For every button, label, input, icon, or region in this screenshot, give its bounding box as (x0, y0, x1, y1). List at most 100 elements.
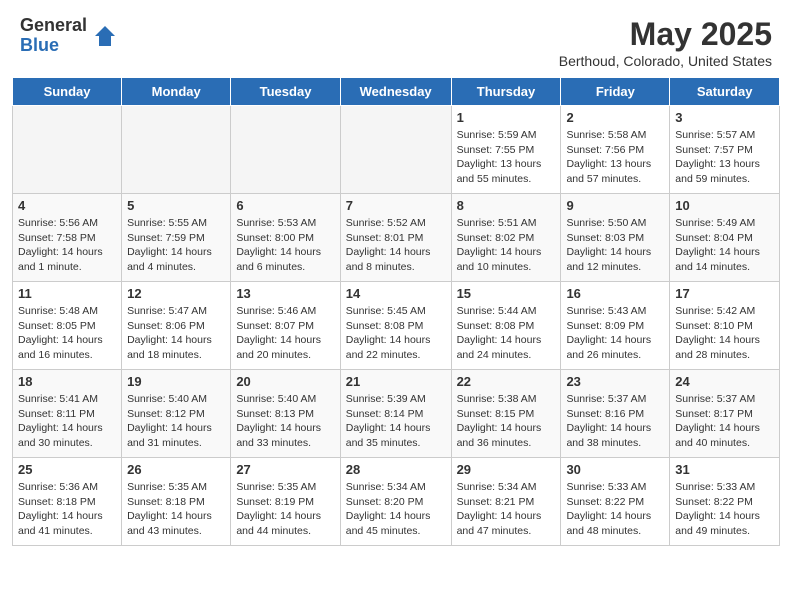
day-info: Sunrise: 5:44 AM Sunset: 8:08 PM Dayligh… (457, 304, 556, 363)
day-number: 30 (566, 462, 664, 477)
day-info: Sunrise: 5:39 AM Sunset: 8:14 PM Dayligh… (346, 392, 446, 451)
day-info: Sunrise: 5:33 AM Sunset: 8:22 PM Dayligh… (675, 480, 774, 539)
calendar-table: Sunday Monday Tuesday Wednesday Thursday… (12, 77, 780, 546)
day-info: Sunrise: 5:58 AM Sunset: 7:56 PM Dayligh… (566, 128, 664, 187)
day-info: Sunrise: 5:45 AM Sunset: 8:08 PM Dayligh… (346, 304, 446, 363)
day-info: Sunrise: 5:51 AM Sunset: 8:02 PM Dayligh… (457, 216, 556, 275)
calendar-cell: 24 Sunrise: 5:37 AM Sunset: 8:17 PM Dayli… (670, 370, 780, 458)
calendar-cell (231, 106, 340, 194)
day-info: Sunrise: 5:43 AM Sunset: 8:09 PM Dayligh… (566, 304, 664, 363)
day-number: 19 (127, 374, 225, 389)
calendar-cell (13, 106, 122, 194)
calendar-cell: 28 Sunrise: 5:34 AM Sunset: 8:20 PM Dayli… (340, 458, 451, 546)
day-number: 5 (127, 198, 225, 213)
calendar-week-5: 25 Sunrise: 5:36 AM Sunset: 8:18 PM Dayli… (13, 458, 780, 546)
calendar-week-4: 18Sunrise: 5:41 AM Sunset: 8:11 PM Dayli… (13, 370, 780, 458)
calendar-cell: 1Sunrise: 5:59 AM Sunset: 7:55 PM Daylig… (451, 106, 561, 194)
day-number: 7 (346, 198, 446, 213)
calendar-cell: 3 Sunrise: 5:57 AM Sunset: 7:57 PM Daylig… (670, 106, 780, 194)
day-info: Sunrise: 5:42 AM Sunset: 8:10 PM Dayligh… (675, 304, 774, 363)
calendar-cell: 30 Sunrise: 5:33 AM Sunset: 8:22 PM Dayli… (561, 458, 670, 546)
calendar-cell: 19 Sunrise: 5:40 AM Sunset: 8:12 PM Dayli… (122, 370, 231, 458)
day-info: Sunrise: 5:52 AM Sunset: 8:01 PM Dayligh… (346, 216, 446, 275)
calendar-cell: 27 Sunrise: 5:35 AM Sunset: 8:19 PM Dayli… (231, 458, 340, 546)
day-number: 1 (457, 110, 556, 125)
page-header: General Blue May 2025 Berthoud, Colorado… (0, 0, 792, 77)
day-info: Sunrise: 5:36 AM Sunset: 8:18 PM Dayligh… (18, 480, 116, 539)
day-info: Sunrise: 5:56 AM Sunset: 7:58 PM Dayligh… (18, 216, 116, 275)
day-info: Sunrise: 5:37 AM Sunset: 8:16 PM Dayligh… (566, 392, 664, 451)
col-sunday: Sunday (13, 78, 122, 106)
day-number: 24 (675, 374, 774, 389)
calendar-cell: 23 Sunrise: 5:37 AM Sunset: 8:16 PM Dayli… (561, 370, 670, 458)
location-label: Berthoud, Colorado, United States (559, 53, 772, 69)
calendar-wrapper: Sunday Monday Tuesday Wednesday Thursday… (0, 77, 792, 558)
day-info: Sunrise: 5:40 AM Sunset: 8:12 PM Dayligh… (127, 392, 225, 451)
day-number: 6 (236, 198, 334, 213)
day-info: Sunrise: 5:41 AM Sunset: 8:11 PM Dayligh… (18, 392, 116, 451)
calendar-cell: 11 Sunrise: 5:48 AM Sunset: 8:05 PM Dayli… (13, 282, 122, 370)
day-number: 20 (236, 374, 334, 389)
calendar-cell: 25 Sunrise: 5:36 AM Sunset: 8:18 PM Dayli… (13, 458, 122, 546)
col-friday: Friday (561, 78, 670, 106)
day-info: Sunrise: 5:57 AM Sunset: 7:57 PM Dayligh… (675, 128, 774, 187)
day-number: 16 (566, 286, 664, 301)
day-number: 21 (346, 374, 446, 389)
day-number: 25 (18, 462, 116, 477)
day-info: Sunrise: 5:48 AM Sunset: 8:05 PM Dayligh… (18, 304, 116, 363)
day-number: 28 (346, 462, 446, 477)
col-monday: Monday (122, 78, 231, 106)
calendar-header: Sunday Monday Tuesday Wednesday Thursday… (13, 78, 780, 106)
day-number: 17 (675, 286, 774, 301)
day-info: Sunrise: 5:50 AM Sunset: 8:03 PM Dayligh… (566, 216, 664, 275)
day-info: Sunrise: 5:49 AM Sunset: 8:04 PM Dayligh… (675, 216, 774, 275)
day-number: 2 (566, 110, 664, 125)
calendar-cell: 20Sunrise: 5:40 AM Sunset: 8:13 PM Dayli… (231, 370, 340, 458)
calendar-week-3: 11 Sunrise: 5:48 AM Sunset: 8:05 PM Dayli… (13, 282, 780, 370)
day-number: 8 (457, 198, 556, 213)
calendar-cell: 6Sunrise: 5:53 AM Sunset: 8:00 PM Daylig… (231, 194, 340, 282)
day-number: 12 (127, 286, 225, 301)
day-number: 11 (18, 286, 116, 301)
calendar-cell: 14 Sunrise: 5:45 AM Sunset: 8:08 PM Dayli… (340, 282, 451, 370)
day-number: 10 (675, 198, 774, 213)
day-number: 27 (236, 462, 334, 477)
day-info: Sunrise: 5:35 AM Sunset: 8:19 PM Dayligh… (236, 480, 334, 539)
day-number: 29 (457, 462, 556, 477)
logo-icon (91, 22, 119, 50)
day-info: Sunrise: 5:35 AM Sunset: 8:18 PM Dayligh… (127, 480, 225, 539)
calendar-cell: 29Sunrise: 5:34 AM Sunset: 8:21 PM Dayli… (451, 458, 561, 546)
calendar-cell (122, 106, 231, 194)
calendar-cell: 7 Sunrise: 5:52 AM Sunset: 8:01 PM Daylig… (340, 194, 451, 282)
day-number: 14 (346, 286, 446, 301)
month-year-title: May 2025 (559, 16, 772, 53)
calendar-cell: 17 Sunrise: 5:42 AM Sunset: 8:10 PM Dayli… (670, 282, 780, 370)
calendar-cell: 18Sunrise: 5:41 AM Sunset: 8:11 PM Dayli… (13, 370, 122, 458)
day-number: 22 (457, 374, 556, 389)
day-number: 4 (18, 198, 116, 213)
day-number: 15 (457, 286, 556, 301)
day-info: Sunrise: 5:38 AM Sunset: 8:15 PM Dayligh… (457, 392, 556, 451)
col-thursday: Thursday (451, 78, 561, 106)
col-wednesday: Wednesday (340, 78, 451, 106)
calendar-body: 1Sunrise: 5:59 AM Sunset: 7:55 PM Daylig… (13, 106, 780, 546)
calendar-cell: 9Sunrise: 5:50 AM Sunset: 8:03 PM Daylig… (561, 194, 670, 282)
day-info: Sunrise: 5:47 AM Sunset: 8:06 PM Dayligh… (127, 304, 225, 363)
calendar-cell: 2 Sunrise: 5:58 AM Sunset: 7:56 PM Daylig… (561, 106, 670, 194)
calendar-cell: 31 Sunrise: 5:33 AM Sunset: 8:22 PM Dayli… (670, 458, 780, 546)
day-number: 31 (675, 462, 774, 477)
calendar-cell: 22 Sunrise: 5:38 AM Sunset: 8:15 PM Dayli… (451, 370, 561, 458)
day-info: Sunrise: 5:34 AM Sunset: 8:20 PM Dayligh… (346, 480, 446, 539)
day-info: Sunrise: 5:37 AM Sunset: 8:17 PM Dayligh… (675, 392, 774, 451)
calendar-week-1: 1Sunrise: 5:59 AM Sunset: 7:55 PM Daylig… (13, 106, 780, 194)
day-number: 3 (675, 110, 774, 125)
calendar-cell: 8 Sunrise: 5:51 AM Sunset: 8:02 PM Daylig… (451, 194, 561, 282)
calendar-cell: 10 Sunrise: 5:49 AM Sunset: 8:04 PM Dayli… (670, 194, 780, 282)
day-info: Sunrise: 5:46 AM Sunset: 8:07 PM Dayligh… (236, 304, 334, 363)
day-info: Sunrise: 5:55 AM Sunset: 7:59 PM Dayligh… (127, 216, 225, 275)
calendar-cell: 5 Sunrise: 5:55 AM Sunset: 7:59 PM Daylig… (122, 194, 231, 282)
calendar-cell: 26 Sunrise: 5:35 AM Sunset: 8:18 PM Dayli… (122, 458, 231, 546)
day-info: Sunrise: 5:33 AM Sunset: 8:22 PM Dayligh… (566, 480, 664, 539)
day-number: 23 (566, 374, 664, 389)
day-number: 26 (127, 462, 225, 477)
